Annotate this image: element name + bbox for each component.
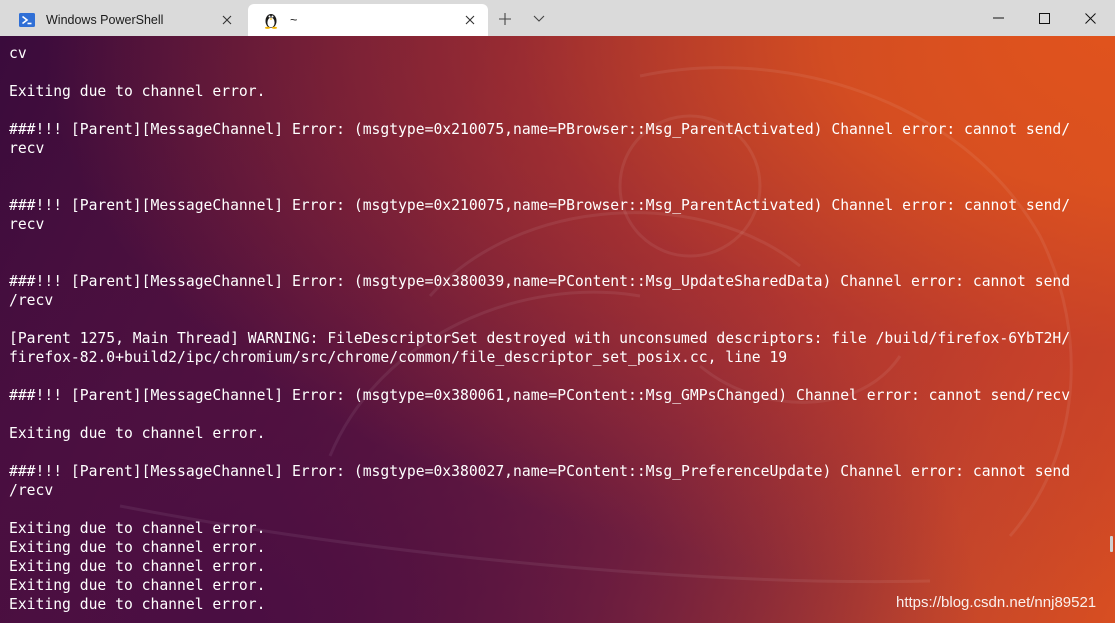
terminal-line: ###!!! [Parent][MessageChannel] Error: (… (9, 197, 1071, 214)
tab-label: ~ (290, 13, 298, 27)
terminal-line: ###!!! [Parent][MessageChannel] Error: (… (9, 121, 1071, 138)
terminal-line: recv (9, 140, 45, 157)
terminal-line: ###!!! [Parent][MessageChannel] Error: (… (9, 387, 1071, 404)
terminal-line: Exiting due to channel error. (9, 539, 266, 556)
tab-windows-powershell[interactable]: Windows PowerShell (4, 4, 245, 36)
terminal-line: Exiting due to channel error. (9, 558, 266, 575)
terminal-line: /recv (9, 292, 54, 309)
terminal-text: cv Exiting due to channel error. ###!!! … (9, 44, 1070, 614)
tab-label: Windows PowerShell (46, 13, 164, 27)
watermark-url: https://blog.csdn.net/nnj89521 (896, 594, 1097, 611)
terminal-line: Exiting due to channel error. (9, 425, 266, 442)
close-tab-icon[interactable] (217, 10, 237, 30)
tab-bar: Windows PowerShell ~ (0, 0, 1115, 36)
terminal-line: /recv (9, 482, 54, 499)
chevron-down-icon[interactable] (528, 8, 550, 30)
terminal-output-area[interactable]: cv Exiting due to channel error. ###!!! … (0, 36, 1115, 623)
minimize-icon[interactable] (975, 0, 1021, 36)
plus-icon[interactable] (494, 8, 516, 30)
terminal-line: [Parent 1275, Main Thread] WARNING: File… (9, 330, 1071, 347)
tab-linux-home[interactable]: ~ (248, 4, 488, 36)
powershell-icon (18, 11, 36, 29)
terminal-line: firefox-82.0+build2/ipc/chromium/src/chr… (9, 349, 788, 366)
terminal-line: cv (9, 45, 27, 62)
terminal-line: Exiting due to channel error. (9, 83, 266, 100)
terminal-line: Exiting due to channel error. (9, 596, 266, 613)
terminal-window: Windows PowerShell ~ cv Exiting due to c… (0, 0, 1115, 623)
close-icon[interactable] (1067, 0, 1113, 36)
terminal-line: ###!!! [Parent][MessageChannel] Error: (… (9, 273, 1071, 290)
linux-penguin-icon (262, 11, 280, 29)
scrollbar-thumb[interactable] (1110, 536, 1113, 552)
terminal-line: Exiting due to channel error. (9, 520, 266, 537)
terminal-line: Exiting due to channel error. (9, 577, 266, 594)
close-tab-icon[interactable] (460, 10, 480, 30)
terminal-line: recv (9, 216, 45, 233)
maximize-icon[interactable] (1021, 0, 1067, 36)
terminal-line: ###!!! [Parent][MessageChannel] Error: (… (9, 463, 1071, 480)
